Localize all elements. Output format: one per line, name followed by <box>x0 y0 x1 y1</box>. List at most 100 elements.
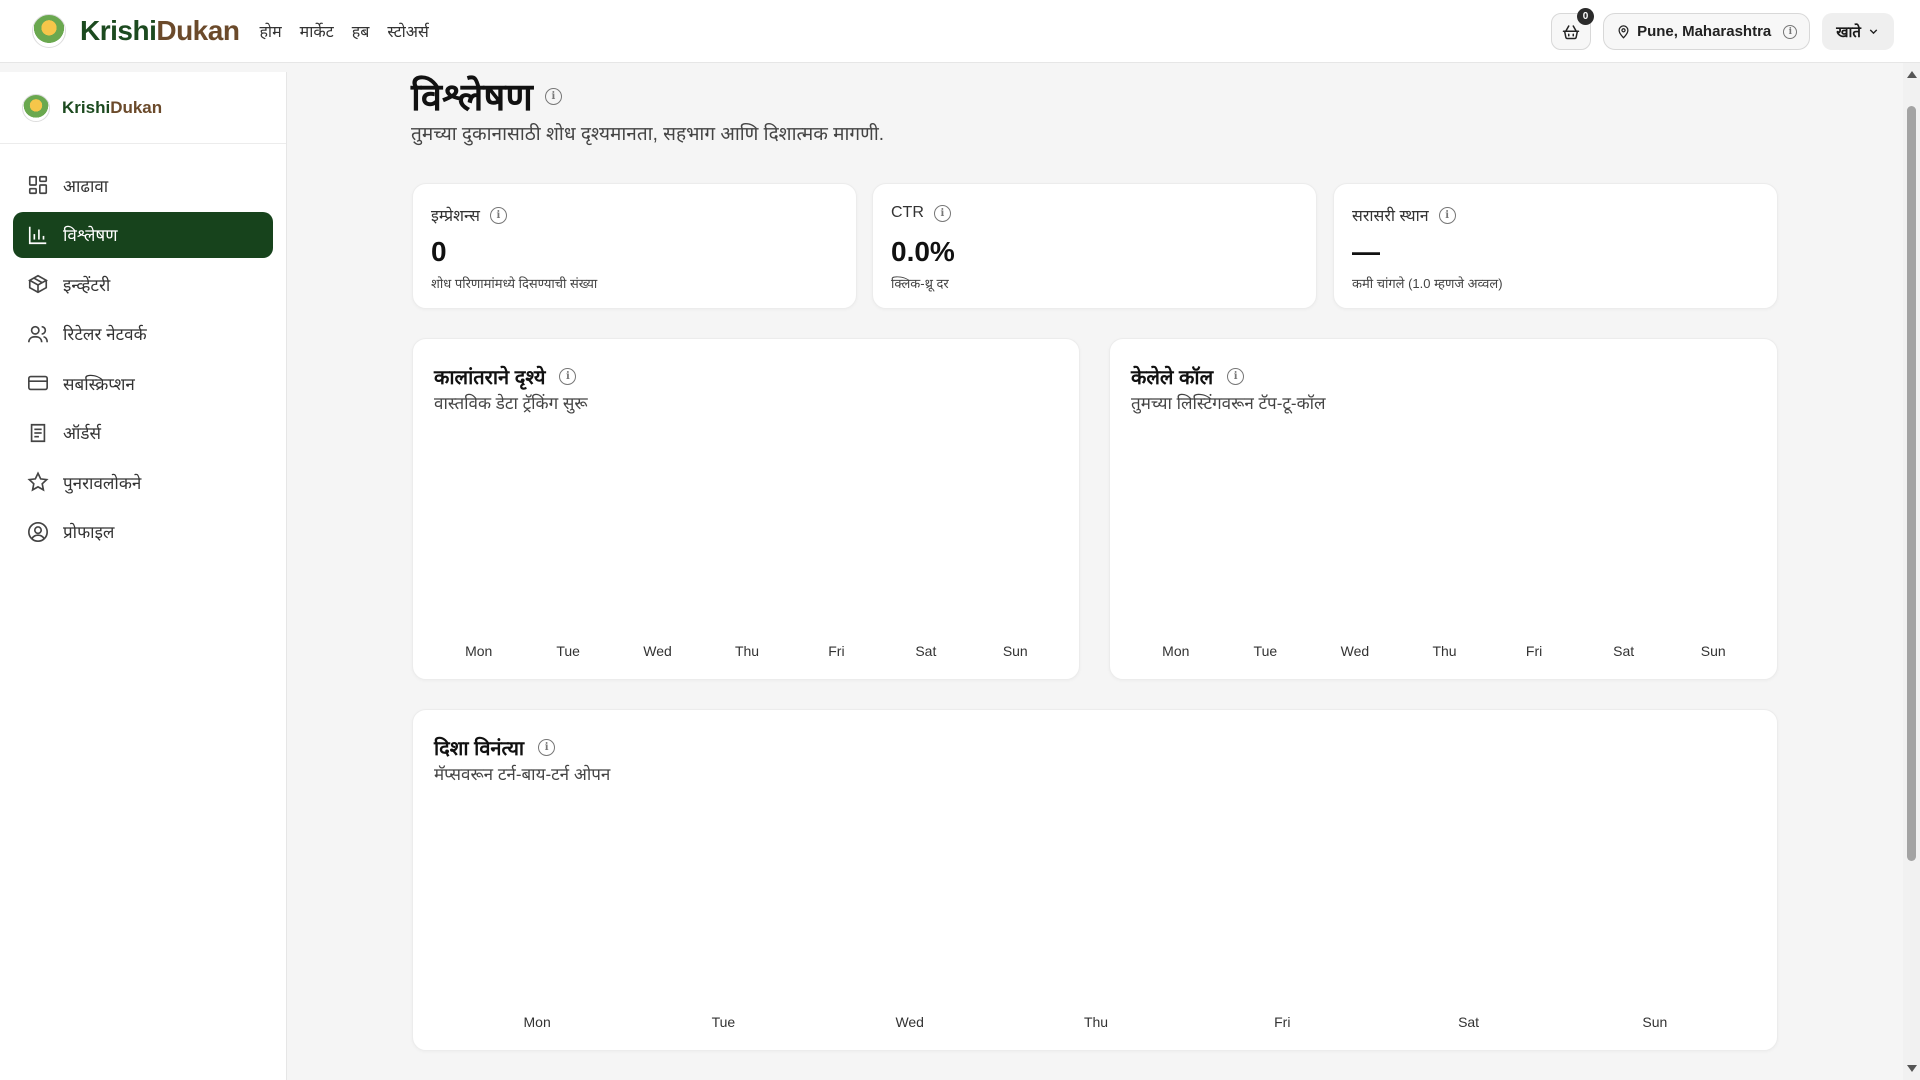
x-tick-label: Wed <box>895 1014 924 1030</box>
x-tick-label: Sun <box>1642 1014 1667 1030</box>
sidebar-item-orders[interactable]: ऑर्डर्स <box>13 410 273 456</box>
sidebar-item-label: रिटेलर नेटवर्क <box>63 325 147 344</box>
bar-chart-icon <box>28 226 47 244</box>
x-tick-label: Wed <box>1341 643 1370 659</box>
chart-subtitle: तुमच्या लिस्टिंगवरून टॅप-टू-कॉल <box>1131 394 1326 413</box>
user-circle-icon <box>28 521 48 542</box>
chart-subtitle: वास्तविक डेटा ट्रॅकिंग सुरू <box>434 394 588 413</box>
scroll-up-arrow-icon[interactable] <box>1907 71 1917 78</box>
impressions-card: इम्प्रेशन्स i 0 शोध परिणामांमध्ये दिसण्या… <box>412 183 857 309</box>
document-icon <box>30 423 46 442</box>
views-over-time-card: कालांतराने दृश्ये i वास्तविक डेटा ट्रॅकिं… <box>412 338 1080 680</box>
sidebar-item-label: पुनरावलोकने <box>63 473 142 493</box>
nav-link-stores[interactable]: स्टोअर्स <box>387 20 428 42</box>
location-selector[interactable]: Pune, Maharashtra i <box>1603 13 1811 50</box>
x-tick-label: Mon <box>1162 643 1189 659</box>
location-label: Pune, Maharashtra <box>1637 23 1772 40</box>
chart-title: कालांतराने दृश्ये <box>434 367 546 389</box>
krishidukan-logo-icon <box>22 93 50 122</box>
chart-subtitle: मॅप्सवरून टर्न-बाय-टर्न ओपन <box>434 765 611 784</box>
x-tick-label: Thu <box>1432 643 1456 659</box>
sidebar-menu: आढावा विश्लेषण इन्व्हेंटरी रिटेलर नेटवर्… <box>0 162 286 555</box>
x-tick-label: Tue <box>556 643 580 659</box>
page-title: विश्लेषण i <box>411 70 562 122</box>
x-tick-label: Fri <box>1526 643 1542 659</box>
x-tick-label: Mon <box>465 643 492 659</box>
sidebar-item-analytics[interactable]: विश्लेषण <box>13 211 273 258</box>
scroll-thumb[interactable] <box>1907 106 1916 861</box>
top-navbar: KrishiDukan होम मार्केट हब स्टोअर्स 0 Pu… <box>0 0 1920 63</box>
x-tick-label: Fri <box>1274 1014 1290 1030</box>
box-icon <box>28 274 48 294</box>
page-subtitle: तुमच्या दुकानासाठी शोध दृश्यमानता, सहभाग… <box>411 124 885 145</box>
account-label: खाते <box>1836 23 1861 41</box>
stat-value: — <box>1352 236 1380 267</box>
credit-card-icon <box>28 375 48 391</box>
x-tick-label: Sat <box>915 643 936 659</box>
nav-link-hub[interactable]: हब <box>352 20 370 42</box>
calls-chart: Mon Tue Wed Thu Fri Sat Sun <box>1162 643 1726 659</box>
x-tick-label: Thu <box>1084 1014 1108 1030</box>
account-menu-button[interactable]: खाते <box>1822 13 1894 50</box>
page-heading: विश्लेषण <box>411 77 533 119</box>
users-icon <box>28 325 48 342</box>
basket-icon <box>1562 24 1580 39</box>
sidebar-item-profile[interactable]: प्रोफाइल <box>13 509 273 555</box>
x-tick-label: Sun <box>1701 643 1726 659</box>
sidebar-item-label: सबस्क्रिप्शन <box>63 374 135 394</box>
average-position-card: सरासरी स्थान i — कमी चांगले (1.0 म्हणजे अ… <box>1333 183 1778 309</box>
krishidukan-logo-icon <box>32 14 66 48</box>
page-scrollbar[interactable] <box>1903 63 1920 1080</box>
stat-value: 0.0% <box>891 236 955 267</box>
info-icon[interactable]: i <box>559 368 577 385</box>
sidebar-item-retailer-network[interactable]: रिटेलर नेटवर्क <box>13 311 273 357</box>
directions-chart: Mon Tue Wed Thu Fri Sat Sun <box>524 1014 1668 1030</box>
x-tick-label: Thu <box>735 643 759 659</box>
nav-link-home[interactable]: होम <box>259 20 281 42</box>
x-tick-label: Mon <box>524 1014 551 1030</box>
sidebar-brand[interactable]: KrishiDukan <box>0 72 286 144</box>
sidebar-item-label: प्रोफाइल <box>63 523 115 542</box>
info-icon[interactable]: i <box>538 739 556 756</box>
stat-label: सरासरी स्थान <box>1352 208 1429 225</box>
sidebar-item-label: ऑर्डर्स <box>63 424 101 443</box>
stat-note: क्लिक-थ्रू दर <box>891 276 949 291</box>
chart-title: दिशा विनंत्या <box>434 738 525 760</box>
x-tick-label: Sun <box>1003 643 1028 659</box>
sidebar-item-subscription[interactable]: सबस्क्रिप्शन <box>13 360 273 406</box>
stat-note: कमी चांगले (1.0 म्हणजे अव्वल) <box>1352 276 1503 291</box>
x-tick-label: Sat <box>1458 1014 1479 1030</box>
brand-name: KrishiDukan <box>80 15 240 46</box>
brand-logo-link[interactable]: KrishiDukan <box>32 14 240 48</box>
cart-button[interactable]: 0 <box>1551 8 1595 50</box>
map-pin-icon <box>1618 25 1629 39</box>
x-tick-label: Wed <box>643 643 672 659</box>
x-tick-label: Fri <box>828 643 844 659</box>
direction-requests-card: दिशा विनंत्या i मॅप्सवरून टर्न-बाय-टर्न ओ… <box>412 709 1778 1051</box>
stat-label: CTR <box>891 204 924 221</box>
x-tick-label: Tue <box>712 1014 736 1030</box>
info-icon[interactable]: i <box>1783 24 1798 39</box>
chevron-down-icon <box>1869 29 1878 35</box>
info-icon[interactable]: i <box>1227 368 1245 385</box>
info-icon[interactable]: i <box>933 204 951 222</box>
sidebar-item-label: आढावा <box>63 176 109 196</box>
info-icon[interactable]: i <box>544 87 562 105</box>
grid-icon <box>28 175 48 195</box>
sidebar-item-label: विश्लेषण <box>63 226 118 245</box>
nav-link-market[interactable]: मार्केट <box>300 20 334 42</box>
sidebar-item-overview[interactable]: आढावा <box>13 162 273 208</box>
sidebar: KrishiDukan आढावा विश्लेषण इन्व्हेंटरी र… <box>0 72 287 1080</box>
info-icon[interactable]: i <box>1438 206 1456 224</box>
sidebar-item-reviews[interactable]: पुनरावलोकने <box>13 459 273 505</box>
sidebar-item-inventory[interactable]: इन्व्हेंटरी <box>13 261 273 307</box>
stat-value: 0 <box>431 236 447 267</box>
chart-title: केलेले कॉल <box>1131 367 1214 389</box>
info-icon[interactable]: i <box>489 206 507 224</box>
ctr-card: CTR i 0.0% क्लिक-थ्रू दर <box>872 183 1317 309</box>
stat-label: इम्प्रेशन्स <box>431 208 480 225</box>
scroll-down-arrow-icon[interactable] <box>1907 1065 1917 1072</box>
calls-made-card: केलेले कॉल i तुमच्या लिस्टिंगवरून टॅप-टू-… <box>1109 338 1778 680</box>
top-nav: होम मार्केट हब स्टोअर्स <box>259 20 428 42</box>
sidebar-item-label: इन्व्हेंटरी <box>63 275 111 295</box>
